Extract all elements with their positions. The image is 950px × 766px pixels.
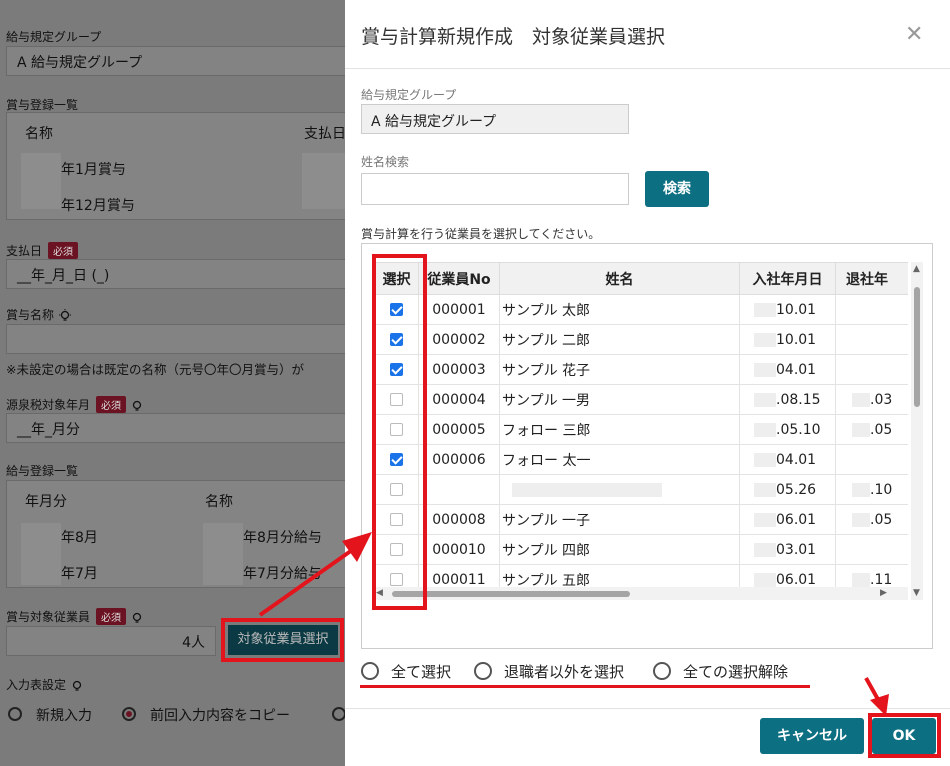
annotation-arrows bbox=[258, 532, 889, 716]
